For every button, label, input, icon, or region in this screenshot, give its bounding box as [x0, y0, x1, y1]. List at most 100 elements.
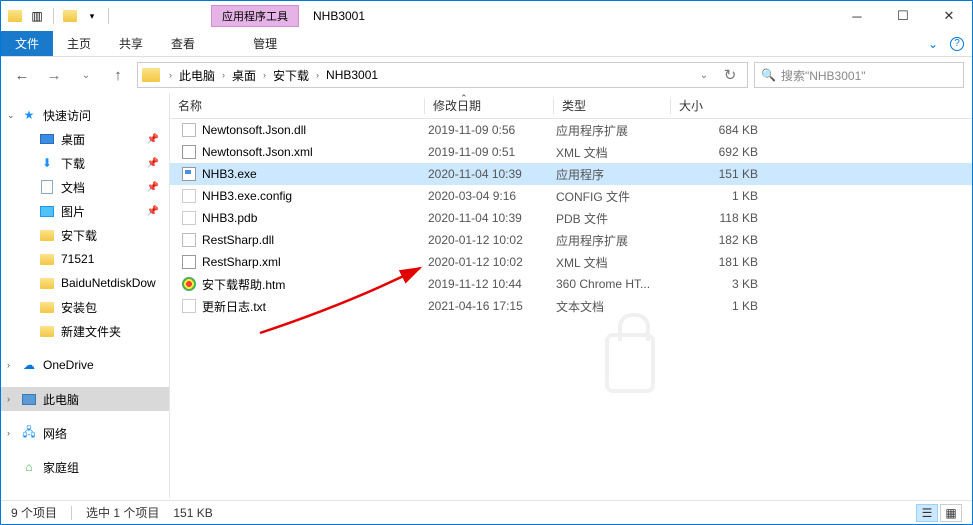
ribbon-file-tab[interactable]: 文件 [1, 31, 53, 56]
qat-properties-icon[interactable]: ▥ [29, 8, 45, 24]
file-type: PDB 文件 [556, 210, 672, 227]
address-field[interactable]: › 此电脑› 桌面› 安下载› NHB3001 ⌄ ↻ [137, 62, 748, 88]
file-date: 2019-11-09 0:56 [428, 123, 556, 137]
file-list-view: ⌃ 名称 修改日期 类型 大小 Newtonsoft.Json.dll2019-… [169, 93, 972, 498]
file-row[interactable]: NHB3.exe.config 2020-03-04 9:16CONFIG 文件1… [170, 185, 972, 207]
file-date: 2020-01-12 10:02 [428, 233, 556, 247]
file-row[interactable]: RestSharp.xml2020-01-12 10:02XML 文档181 K… [170, 251, 972, 273]
file-date: 2020-03-04 9:16 [428, 189, 556, 203]
close-button[interactable]: ✕ [926, 1, 972, 31]
window-title: NHB3001 [299, 9, 365, 23]
file-row[interactable]: Newtonsoft.Json.xml2019-11-09 0:51XML 文档… [170, 141, 972, 163]
address-dropdown-button[interactable]: ⌄ [691, 62, 717, 88]
nav-homegroup[interactable]: ⌂家庭组 [1, 455, 169, 479]
file-date: 2021-04-16 17:15 [428, 299, 556, 313]
column-date[interactable]: 修改日期 [425, 93, 553, 118]
status-item-count: 9 个项目 [11, 504, 57, 521]
chevron-right-icon[interactable]: › [166, 70, 175, 80]
minimize-button[interactable]: ─ [834, 1, 880, 31]
chevron-right-icon[interactable]: › [313, 70, 322, 80]
nav-folder-anzhuang[interactable]: 安装包 [1, 295, 169, 319]
file-row[interactable]: Newtonsoft.Json.dll2019-11-09 0:56应用程序扩展… [170, 119, 972, 141]
nav-pictures[interactable]: 图片📌 [1, 199, 169, 223]
contextual-tab[interactable]: 应用程序工具 [211, 5, 299, 27]
view-details-button[interactable]: ☰ [916, 504, 938, 522]
ribbon-tab-share[interactable]: 共享 [105, 31, 157, 56]
nav-network[interactable]: ›🖧网络 [1, 421, 169, 445]
column-type[interactable]: 类型 [554, 93, 670, 118]
window-controls: ─ ☐ ✕ [834, 1, 972, 31]
qat-newfolder-icon[interactable] [62, 8, 78, 24]
nav-back-button[interactable]: ← [9, 62, 35, 88]
view-icons-button[interactable]: ▦ [940, 504, 962, 522]
pin-icon: 📌 [147, 182, 159, 193]
file-size: 181 KB [672, 255, 758, 269]
pc-icon [21, 391, 37, 407]
file-row[interactable]: NHB3.pdb2020-11-04 10:39PDB 文件118 KB [170, 207, 972, 229]
breadcrumb-segment[interactable]: 安下载 [269, 67, 313, 84]
chevron-right-icon[interactable]: › [219, 70, 228, 80]
ribbon-expand-icon[interactable]: ⌄ [928, 37, 938, 51]
nav-forward-button[interactable]: → [41, 62, 67, 88]
file-type: 文本文档 [556, 298, 672, 315]
qat-dropdown-icon[interactable]: ▾ [84, 8, 100, 24]
help-icon[interactable]: ? [950, 37, 964, 51]
search-input[interactable]: 🔍 搜索"NHB3001" [754, 62, 964, 88]
nav-folder-anxiazai[interactable]: 安下载 [1, 223, 169, 247]
nav-desktop[interactable]: 桌面📌 [1, 127, 169, 151]
file-icon [182, 233, 196, 247]
chevron-right-icon[interactable]: › [260, 70, 269, 80]
navigation-pane: ⌄★快速访问 桌面📌 ⬇下载📌 文档📌 图片📌 安下载 71521 BaiduN… [1, 93, 169, 498]
nav-folder-new[interactable]: 新建文件夹 [1, 319, 169, 343]
nav-folder-baidu[interactable]: BaiduNetdiskDow [1, 271, 169, 295]
expand-icon[interactable]: › [7, 394, 10, 404]
file-name: NHB3.exe.config [202, 189, 292, 203]
document-icon [39, 179, 55, 195]
column-name[interactable]: 名称 [170, 93, 424, 118]
nav-up-button[interactable]: ↑ [105, 62, 131, 88]
cloud-icon: ☁ [21, 357, 37, 373]
file-type: CONFIG 文件 [556, 188, 672, 205]
expand-icon[interactable]: ⌄ [7, 110, 15, 121]
file-rows: Newtonsoft.Json.dll2019-11-09 0:56应用程序扩展… [170, 119, 972, 317]
nav-quick-access[interactable]: ⌄★快速访问 [1, 103, 169, 127]
maximize-button[interactable]: ☐ [880, 1, 926, 31]
expand-icon[interactable]: › [7, 428, 10, 438]
file-row[interactable]: 安下载帮助.htm2019-11-12 10:44360 Chrome HT..… [170, 273, 972, 295]
nav-documents[interactable]: 文档📌 [1, 175, 169, 199]
file-size: 182 KB [672, 233, 758, 247]
breadcrumb-segment[interactable]: 此电脑 [175, 67, 219, 84]
file-icon [182, 123, 196, 137]
ribbon: 文件 主页 共享 查看 管理 ⌄ ? [1, 31, 972, 57]
file-name: 更新日志.txt [202, 298, 266, 315]
file-name: Newtonsoft.Json.xml [202, 145, 313, 159]
nav-recent-dropdown[interactable]: ⌄ [73, 62, 99, 88]
ribbon-tab-manage[interactable]: 管理 [239, 31, 291, 56]
file-type: 360 Chrome HT... [556, 277, 672, 291]
pictures-icon [39, 203, 55, 219]
breadcrumb-segment[interactable]: 桌面 [228, 67, 260, 84]
file-size: 1 KB [672, 299, 758, 313]
file-row[interactable]: NHB3.exe2020-11-04 10:39应用程序151 KB [170, 163, 972, 185]
file-size: 1 KB [672, 189, 758, 203]
ribbon-tab-view[interactable]: 查看 [157, 31, 209, 56]
breadcrumb-segment[interactable]: NHB3001 [322, 68, 382, 82]
nav-folder-71521[interactable]: 71521 [1, 247, 169, 271]
nav-downloads[interactable]: ⬇下载📌 [1, 151, 169, 175]
refresh-button[interactable]: ↻ [717, 62, 743, 88]
folder-icon [7, 8, 23, 24]
file-icon [182, 255, 196, 269]
file-size: 692 KB [672, 145, 758, 159]
file-size: 684 KB [672, 123, 758, 137]
nav-this-pc[interactable]: ›此电脑 [1, 387, 169, 411]
column-size[interactable]: 大小 [671, 93, 761, 118]
ribbon-tab-home[interactable]: 主页 [53, 31, 105, 56]
expand-icon[interactable]: › [7, 360, 10, 370]
file-row[interactable]: 更新日志.txt 2021-04-16 17:15文本文档1 KB [170, 295, 972, 317]
search-icon: 🔍 [761, 68, 776, 82]
file-row[interactable]: RestSharp.dll2020-01-12 10:02应用程序扩展182 K… [170, 229, 972, 251]
column-headers: ⌃ 名称 修改日期 类型 大小 [170, 93, 972, 119]
search-placeholder: 搜索"NHB3001" [781, 67, 866, 84]
nav-onedrive[interactable]: ›☁OneDrive [1, 353, 169, 377]
file-icon [182, 211, 196, 225]
